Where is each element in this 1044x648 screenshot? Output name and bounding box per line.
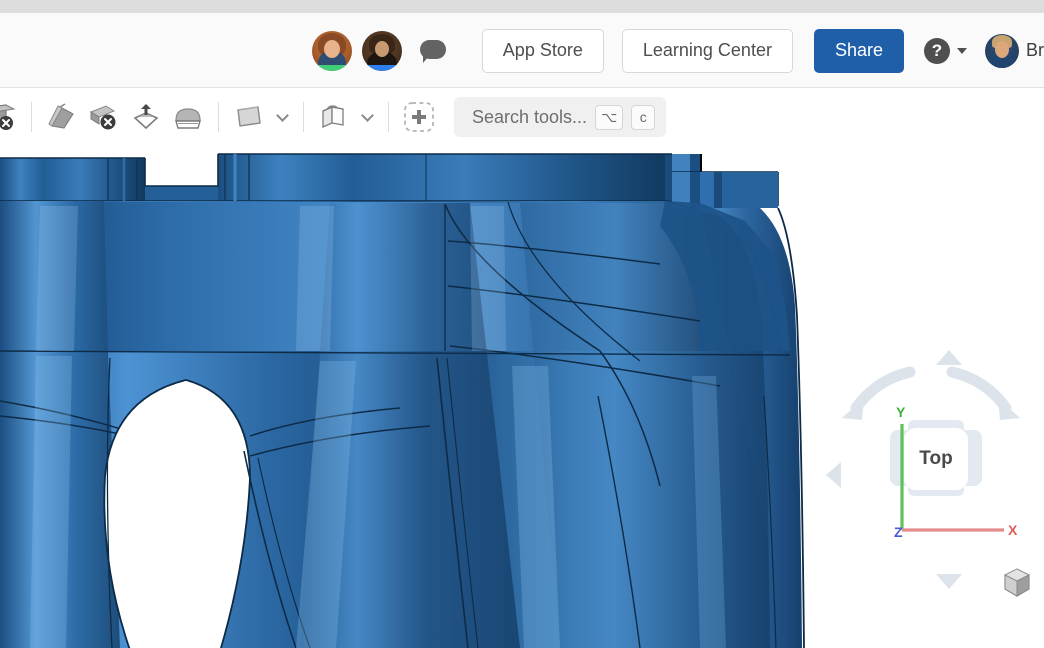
search-tools-field[interactable]: Search tools... ⌥ c (454, 97, 667, 137)
transform-tool[interactable] (313, 96, 355, 138)
help-menu[interactable]: ? (924, 37, 967, 64)
view-orientation-widget[interactable]: Top Y X Z (818, 342, 1044, 612)
account-menu[interactable]: Br (985, 33, 1044, 68)
toolbar-divider (303, 102, 304, 132)
search-shortcut-key: c (631, 104, 656, 130)
onshape-app-window: App Store Learning Center Share ? Br Sea… (0, 0, 1044, 648)
toolbar-divider (31, 102, 32, 132)
collaborator-avatars (311, 30, 402, 71)
draft-tool[interactable] (41, 96, 83, 138)
search-input-placeholder: Search tools... (472, 106, 588, 127)
add-custom-feature-tool[interactable] (398, 96, 440, 138)
window-top-strip (0, 0, 1044, 13)
shell-tool[interactable] (167, 96, 209, 138)
transform-tool-chevron-down-icon[interactable] (355, 96, 379, 138)
plane-tool-chevron-down-icon[interactable] (270, 96, 294, 138)
move-face-tool[interactable] (125, 96, 167, 138)
account-avatar[interactable] (985, 33, 1019, 68)
chat-bubble-tail (422, 55, 429, 63)
account-name-label: Br (1026, 40, 1044, 60)
feature-toolbar: Search tools... ⌥ c (0, 88, 1044, 146)
avatar-face-skin (374, 40, 389, 57)
collaborator-avatar-1[interactable] (311, 30, 352, 71)
view-cube-icon[interactable] (1000, 566, 1034, 600)
learning-center-button[interactable]: Learning Center (621, 28, 793, 73)
collaborator-avatar-2[interactable] (361, 30, 402, 71)
avatar-face-skin (995, 40, 1009, 58)
z-axis-label: Z (894, 524, 903, 540)
search-shortcut-modifier-key: ⌥ (595, 104, 624, 130)
header-right-group: App Store Learning Center Share ? Br (311, 13, 1044, 88)
delete-face-tool[interactable] (0, 96, 22, 138)
toolbar-divider (218, 102, 219, 132)
collaborator-status-bar-2 (361, 64, 402, 71)
y-axis-label: Y (896, 404, 906, 420)
toolbar-divider (388, 102, 389, 132)
app-store-button[interactable]: App Store (481, 28, 604, 73)
share-button[interactable]: Share (813, 28, 904, 73)
collaborator-status-bar-1 (311, 64, 352, 71)
chevron-down-icon[interactable] (957, 47, 967, 54)
app-header: App Store Learning Center Share ? Br (0, 13, 1044, 88)
delete-part-tool[interactable] (83, 96, 125, 138)
chat-bubble-icon[interactable] (419, 39, 446, 63)
graphics-viewport[interactable]: Top Y X Z (0, 146, 1044, 648)
avatar-face-skin (323, 39, 340, 58)
help-icon[interactable]: ? (924, 37, 950, 64)
x-axis-label: X (1008, 522, 1018, 538)
avatar-photo (985, 33, 1019, 68)
plane-tool[interactable] (228, 96, 270, 138)
